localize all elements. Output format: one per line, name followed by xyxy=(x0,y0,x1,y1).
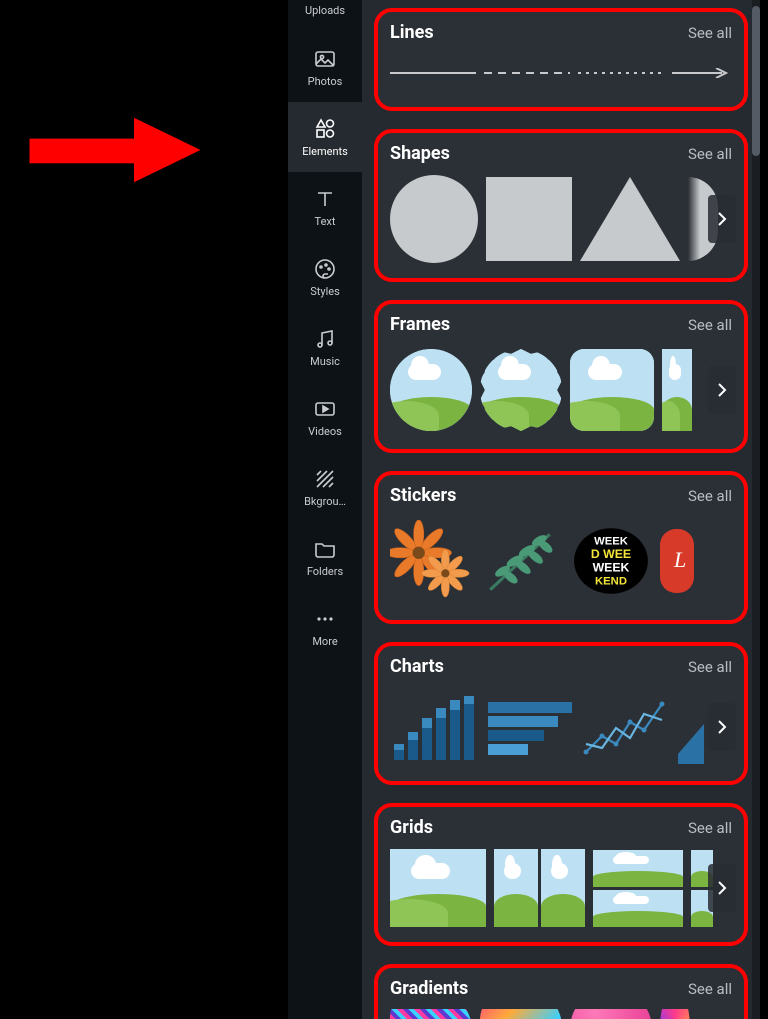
sidebar-item-elements[interactable]: Elements xyxy=(288,102,362,172)
sticker-weekend-text[interactable]: WEEK D WEE WEEK KEND xyxy=(570,520,652,602)
see-all-link[interactable]: See all xyxy=(688,316,732,334)
sidebar-label: Styles xyxy=(310,285,340,298)
video-icon xyxy=(313,397,337,421)
next-button[interactable] xyxy=(708,703,736,751)
sticker-red-badge[interactable]: L xyxy=(660,520,694,602)
sidebar-item-more[interactable]: More xyxy=(288,592,362,662)
sidebar-item-music[interactable]: Music xyxy=(288,312,362,382)
sidebar-label: Photos xyxy=(308,75,343,88)
category-title: Frames xyxy=(390,314,450,335)
category-shapes: Shapes See all xyxy=(374,129,748,282)
line-dashed[interactable] xyxy=(484,72,570,74)
grid-single[interactable] xyxy=(390,849,486,927)
next-button[interactable] xyxy=(708,366,736,414)
category-grids: Grids See all xyxy=(374,803,748,946)
sidebar-item-text[interactable]: Text xyxy=(288,172,362,242)
sticker-leaf-branch[interactable] xyxy=(480,520,562,602)
svg-text:WEEK: WEEK xyxy=(593,560,630,574)
annotation-arrow xyxy=(20,110,210,190)
sidebar-label: Elements xyxy=(302,145,348,158)
shape-square[interactable] xyxy=(486,177,572,261)
dots-icon xyxy=(313,607,337,631)
line-arrow[interactable] xyxy=(672,68,732,78)
sidebar-label: Uploads xyxy=(305,4,345,17)
frame-partial[interactable] xyxy=(662,349,692,431)
gradient-blob-rainbow[interactable] xyxy=(480,1009,562,1019)
chart-line[interactable] xyxy=(582,690,670,764)
line-solid[interactable] xyxy=(390,72,476,74)
sidebar-label: Bkgrou… xyxy=(304,495,346,508)
folder-icon xyxy=(313,537,337,561)
category-frames: Frames See all xyxy=(374,300,748,453)
sidebar-label: Text xyxy=(315,215,336,228)
category-title: Lines xyxy=(390,22,434,43)
gradient-blob-stripes[interactable] xyxy=(390,1009,472,1019)
sidebar-item-videos[interactable]: Videos xyxy=(288,382,362,452)
category-title: Charts xyxy=(390,656,444,677)
shapes-icon xyxy=(313,117,337,141)
category-charts: Charts See all xyxy=(374,642,748,785)
shape-circle[interactable] xyxy=(390,175,478,263)
category-gradients: Gradients See all xyxy=(374,964,748,1019)
see-all-link[interactable]: See all xyxy=(688,487,732,505)
tool-sidebar: Uploads Photos Elements Text Styles xyxy=(288,0,362,1019)
sidebar-label: More xyxy=(312,635,337,648)
chart-horizontal-bar[interactable] xyxy=(486,690,574,764)
text-icon xyxy=(313,187,337,211)
image-icon xyxy=(313,47,337,71)
frame-scalloped[interactable] xyxy=(480,349,562,431)
grid-two-row[interactable] xyxy=(593,850,683,927)
sidebar-label: Music xyxy=(310,355,340,368)
next-button[interactable] xyxy=(708,864,736,912)
hatch-icon xyxy=(313,467,337,491)
svg-text:WEEK: WEEK xyxy=(594,536,629,548)
scrollbar-thumb[interactable] xyxy=(752,6,760,156)
see-all-link[interactable]: See all xyxy=(688,819,732,837)
see-all-link[interactable]: See all xyxy=(688,658,732,676)
sidebar-item-photos[interactable]: Photos xyxy=(288,32,362,102)
category-title: Grids xyxy=(390,817,433,838)
sidebar-item-uploads[interactable]: Uploads xyxy=(288,4,362,32)
category-lines: Lines See all xyxy=(374,8,748,111)
svg-text:D WEE: D WEE xyxy=(591,547,631,561)
see-all-link[interactable]: See all xyxy=(688,24,732,42)
sidebar-item-background[interactable]: Bkgrou… xyxy=(288,452,362,522)
gradient-ring[interactable] xyxy=(660,1009,690,1019)
chart-bar[interactable] xyxy=(390,690,478,764)
sidebar-item-styles[interactable]: Styles xyxy=(288,242,362,312)
gradient-circle-pink[interactable] xyxy=(570,1009,652,1019)
category-stickers: Stickers See all xyxy=(374,471,748,624)
sidebar-item-folders[interactable]: Folders xyxy=(288,522,362,592)
grid-two-col[interactable] xyxy=(494,849,585,927)
chart-partial[interactable] xyxy=(678,690,704,764)
category-title: Stickers xyxy=(390,485,456,506)
palette-icon xyxy=(313,257,337,281)
sidebar-label: Folders xyxy=(307,565,343,578)
music-icon xyxy=(313,327,337,351)
shape-triangle[interactable] xyxy=(580,177,680,261)
frame-rounded-square[interactable] xyxy=(570,349,654,431)
svg-text:KEND: KEND xyxy=(595,576,627,588)
line-dotted[interactable] xyxy=(578,72,664,74)
svg-text:L: L xyxy=(673,547,686,572)
see-all-link[interactable]: See all xyxy=(688,145,732,163)
category-title: Shapes xyxy=(390,143,450,164)
elements-panel: Lines See all Shapes See all xyxy=(362,0,760,1019)
scrollbar-track[interactable] xyxy=(752,0,760,1019)
category-title: Gradients xyxy=(390,978,468,999)
frame-circle[interactable] xyxy=(390,349,472,431)
sidebar-label: Videos xyxy=(308,425,342,438)
see-all-link[interactable]: See all xyxy=(688,980,732,998)
sticker-flower[interactable] xyxy=(390,520,472,602)
next-button[interactable] xyxy=(708,195,736,243)
